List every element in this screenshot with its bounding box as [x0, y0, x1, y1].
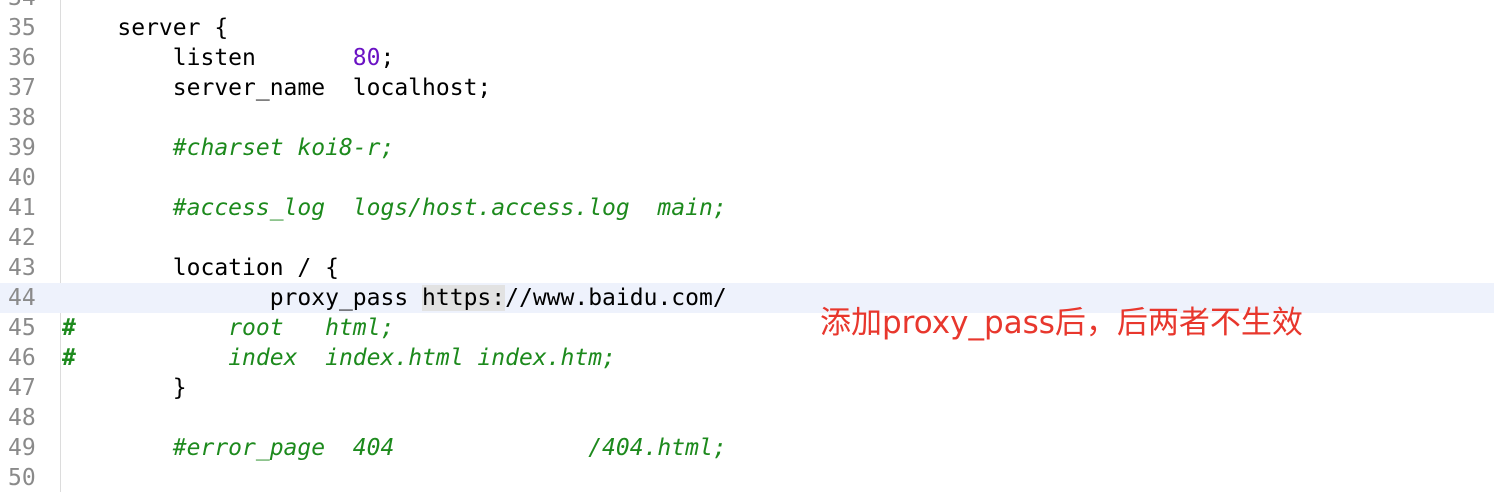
comment-text: #error_page 404 /404.html; — [172, 435, 727, 461]
line-code: server_name localhost; — [62, 75, 492, 101]
line-number: 40 — [8, 165, 36, 191]
line-code: root html; — [62, 313, 394, 343]
code-line[interactable]: 39 #charset koi8-r; — [0, 133, 1494, 163]
number-literal: 80 — [352, 45, 381, 71]
code-line[interactable]: 34 — [0, 0, 1494, 13]
code-line[interactable]: 50 — [0, 463, 1494, 492]
line-number: 36 — [8, 45, 36, 71]
code-lines: 34 35 server { 36 listen 80; 37 server_n… — [0, 0, 1494, 492]
line-number: 48 — [8, 405, 36, 431]
semicolon: ; — [380, 45, 395, 71]
line-number: 50 — [8, 465, 36, 491]
code-line[interactable]: 35 server { — [0, 13, 1494, 43]
code-line[interactable]: 41 #access_log logs/host.access.log main… — [0, 193, 1494, 223]
code-line[interactable]: 42 — [0, 223, 1494, 253]
code-prefix: proxy_pass — [62, 285, 423, 311]
code-line[interactable]: 48 — [0, 403, 1494, 433]
comment-text: index index.html index.htm; — [228, 345, 616, 371]
line-number: 38 — [8, 105, 36, 131]
line-code: listen 80; — [62, 43, 395, 73]
line-number: 47 — [8, 375, 36, 401]
line-code: } — [62, 375, 187, 401]
code-line[interactable]: 47 } — [0, 373, 1494, 403]
line-number: 44 — [8, 285, 36, 311]
line-code: index index.html index.htm; — [62, 343, 616, 373]
code-line[interactable]: 46 # index index.html index.htm; — [0, 343, 1494, 373]
line-number: 49 — [8, 435, 36, 461]
line-number: 42 — [8, 225, 36, 251]
line-number: 34 — [8, 0, 36, 13]
code-editor[interactable]: 34 35 server { 36 listen 80; 37 server_n… — [0, 0, 1494, 492]
code-line[interactable]: 38 — [0, 103, 1494, 133]
line-code: location / { — [62, 255, 339, 281]
code-line[interactable]: 49 #error_page 404 /404.html; — [0, 433, 1494, 463]
line-number: 37 — [8, 75, 36, 101]
comment-text: root html; — [228, 315, 395, 341]
code-line[interactable]: 40 — [0, 163, 1494, 193]
line-number: 35 — [8, 15, 36, 41]
comment-text: #access_log logs/host.access.log main; — [172, 195, 727, 221]
line-code: #error_page 404 /404.html; — [62, 433, 727, 463]
code-line[interactable]: 36 listen 80; — [0, 43, 1494, 73]
line-number: 39 — [8, 135, 36, 161]
comment-text: #charset koi8-r; — [172, 135, 395, 161]
line-number: 46 — [8, 345, 36, 371]
directive-keyword: listen — [172, 45, 353, 71]
code-line[interactable]: 37 server_name localhost; — [0, 73, 1494, 103]
line-code: #access_log logs/host.access.log main; — [62, 193, 727, 223]
code-line[interactable]: 43 location / { — [0, 253, 1494, 283]
selected-text: https: — [422, 285, 506, 311]
line-number: 45 — [8, 315, 36, 341]
annotation-note: 添加proxy_pass后，后两者不生效 — [820, 305, 1303, 341]
line-number: 43 — [8, 255, 36, 281]
line-code: #charset koi8-r; — [62, 133, 395, 163]
line-number: 41 — [8, 195, 36, 221]
line-code: proxy_pass https://www.baidu.com/ — [62, 283, 727, 313]
code-suffix: //www.baidu.com/ — [505, 285, 727, 311]
line-code: server { — [62, 15, 229, 41]
